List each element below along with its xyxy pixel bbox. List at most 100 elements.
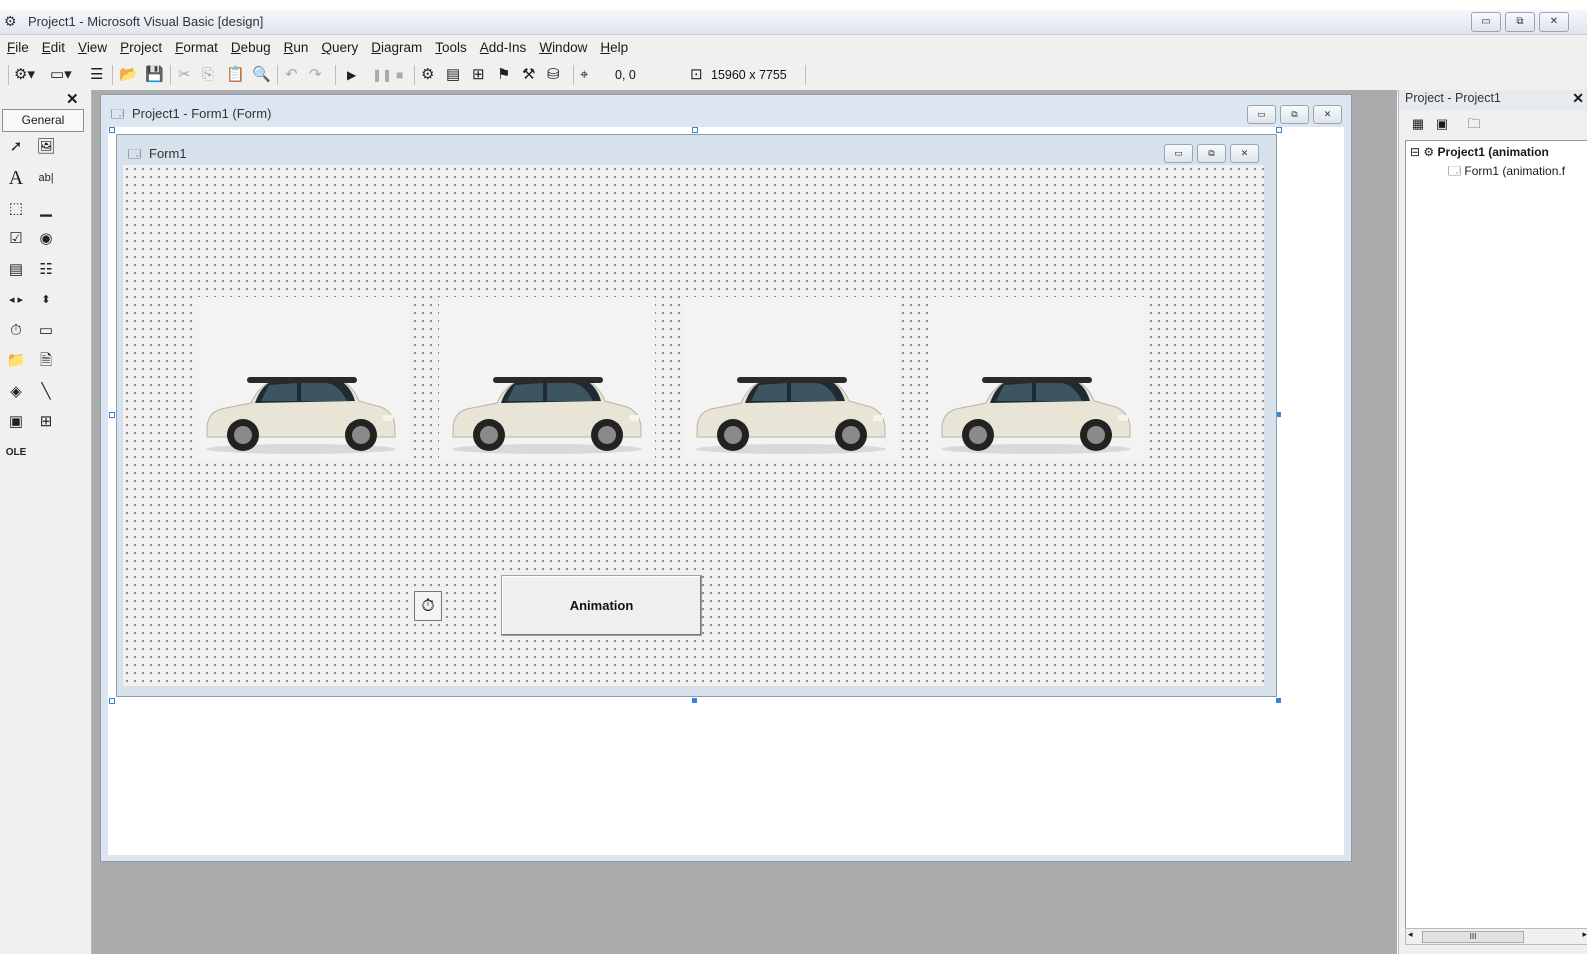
menu-tools[interactable]: Tools [428,40,473,55]
designer-restore-button[interactable]: ⧉ [1280,105,1309,124]
menu-view[interactable]: View [71,40,113,55]
combobox-icon[interactable]: ▤ [4,259,28,281]
data-view-icon[interactable]: ⛁ [547,65,560,85]
form1-window[interactable]: 🗔 Form1 ▭ ⧉ ✕ ⏱ Animation [116,134,1277,697]
form-icon: 🗔 [1448,164,1462,178]
data-icon[interactable]: ⊞ [34,411,58,433]
hscrollbar-icon[interactable]: ◂ ▸ [4,289,28,311]
textbox-icon[interactable]: ab| [34,167,58,189]
menu-run[interactable]: Run [277,40,315,55]
save-icon[interactable]: 💾 [145,65,164,85]
toolbox-icon[interactable]: ⚒ [522,65,535,85]
add-form-icon[interactable]: ▭▾ [50,65,72,85]
resize-handle[interactable] [692,698,697,703]
vscrollbar-icon[interactable]: ⬍ [34,289,58,311]
toolbox-tab-general[interactable]: General [2,109,84,132]
size-readout: 15960 x 7755 [711,68,787,82]
tree-node-project[interactable]: ⊟ ⚙ Project1 (animation [1410,145,1549,159]
project-explorer-icon[interactable]: ⚙ [421,65,434,85]
add-project-icon[interactable]: ⚙▾ [14,65,35,85]
form-layout-icon[interactable]: ⊞ [472,65,485,85]
form1-title-bar: 🗔 Form1 ▭ ⧉ ✕ [117,135,1276,165]
menu-add-ins[interactable]: Add-Ins [473,40,533,55]
object-browser-icon[interactable]: ⚑ [497,65,510,85]
menu-bar: File Edit View Project Format Debug Run … [0,35,1587,60]
designer-title-bar[interactable]: 🗔 Project1 - Form1 (Form) ▭ ⧉ ✕ [101,95,1351,129]
menu-project[interactable]: Project [113,40,168,55]
line-icon[interactable]: ╲ [34,381,58,403]
ole-icon[interactable]: OLE [4,442,28,464]
checkbox-icon[interactable]: ☑ [4,228,28,250]
picture-box-2[interactable] [439,297,655,459]
resize-handle [109,412,115,418]
toolbox-close-icon[interactable]: ✕ [66,90,79,108]
scroll-thumb[interactable]: III [1422,931,1524,943]
listbox-icon[interactable]: ☷ [34,259,58,281]
picturebox-icon[interactable]: 🖼 [34,136,58,158]
menu-edit[interactable]: Edit [35,40,71,55]
timer-icon[interactable]: ⏱ [4,320,28,342]
resize-handle[interactable] [1276,698,1281,703]
menu-diagram[interactable]: Diagram [364,40,428,55]
restore-button[interactable]: ⧉ [1505,12,1535,32]
project-explorer-panel: Project - Project1 ✕ ▦ ▣ 🗀 ⊟ ⚙ Project1 … [1398,90,1587,954]
view-object-icon[interactable]: ▣ [1431,114,1453,134]
picture-box-1[interactable] [193,297,409,459]
resize-handle [692,127,698,133]
shape-icon[interactable]: ◈ [4,381,28,403]
pointer-icon[interactable]: ➚ [4,136,28,158]
copy-icon[interactable]: ⎘ [202,65,214,85]
view-code-icon[interactable]: ▦ [1407,114,1429,134]
form-icon: 🗔 [111,107,125,121]
label-icon[interactable]: A [4,167,28,189]
minimize-button[interactable]: ▭ [1471,12,1501,32]
animation-button[interactable]: Animation [501,575,702,636]
scroll-right-icon[interactable]: ▸ [1582,929,1587,940]
paste-icon[interactable]: 📋 [226,65,245,85]
menu-query[interactable]: Query [314,40,364,55]
close-button[interactable]: ✕ [1539,12,1569,32]
window-title: Project1 - Microsoft Visual Basic [desig… [28,14,264,29]
menu-editor-icon[interactable]: ☰ [90,65,103,85]
open-icon[interactable]: 📂 [119,65,138,85]
drivelistbox-icon[interactable]: ▭ [34,320,58,342]
menu-format[interactable]: Format [168,40,224,55]
menu-debug[interactable]: Debug [224,40,277,55]
tree-expander-icon[interactable]: ⊟ [1410,145,1420,159]
scroll-left-icon[interactable]: ◂ [1408,929,1413,940]
designer-title: Project1 - Form1 (Form) [132,106,272,121]
undo-icon[interactable]: ↶ [285,65,298,85]
form1-client-area[interactable]: ⏱ Animation [123,165,1264,686]
form1-title: Form1 [149,146,187,161]
commandbutton-icon[interactable]: ▁ [34,198,58,220]
tree-horizontal-scrollbar[interactable]: ◂ III ▸ [1405,928,1587,945]
tree-node-form[interactable]: 🗔 Form1 (animation.f [1448,162,1565,183]
picture-box-4[interactable] [928,297,1144,459]
end-icon[interactable]: ■ [396,65,403,85]
frame-icon[interactable]: ⬚ [4,198,28,220]
toggle-folders-icon[interactable]: 🗀 [1463,114,1485,134]
project-explorer-close-icon[interactable]: ✕ [1572,90,1584,107]
redo-icon[interactable]: ↷ [309,65,322,85]
dirlistbox-icon[interactable]: 📁 [4,350,28,372]
find-icon[interactable]: 🔍 [252,65,271,85]
form1-minimize-button: ▭ [1164,144,1193,163]
picture-box-3[interactable] [683,297,899,459]
designer-close-button[interactable]: ✕ [1313,105,1342,124]
optionbutton-icon[interactable]: ◉ [34,228,58,250]
menu-window[interactable]: Window [532,40,593,55]
timer-control-icon[interactable]: ⏱ [414,591,442,621]
size-icon: ⊡ [690,66,703,83]
filelistbox-icon[interactable]: 🗎 [34,350,58,372]
resize-handle [109,698,115,704]
toolbar-grip[interactable] [8,65,9,85]
image-icon[interactable]: ▣ [4,411,28,433]
break-icon[interactable]: ❚❚ [372,65,392,85]
run-icon[interactable]: ▶ [347,65,356,85]
form1-window-controls: ▭ ⧉ ✕ [1164,144,1259,163]
menu-file[interactable]: File [0,40,35,55]
menu-help[interactable]: Help [593,40,634,55]
properties-icon[interactable]: ▤ [446,65,460,85]
cut-icon[interactable]: ✂ [178,65,191,85]
designer-minimize-button[interactable]: ▭ [1247,105,1276,124]
